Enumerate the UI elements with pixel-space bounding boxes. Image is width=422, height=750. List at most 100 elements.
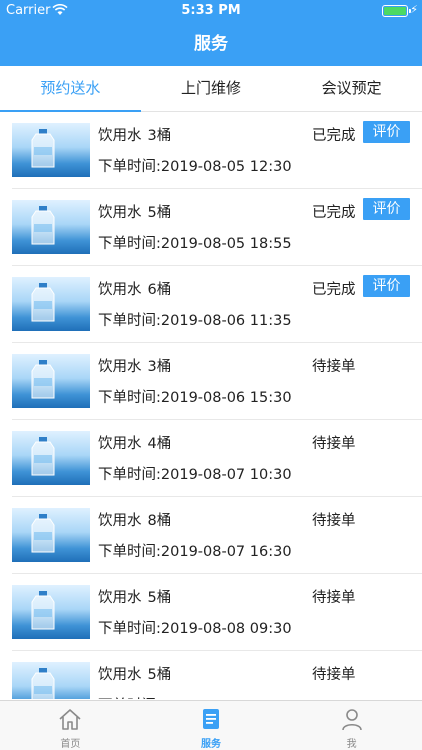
order-product: 饮用水 6桶 [98, 278, 171, 299]
water-bottle-icon [31, 437, 55, 476]
order-time: 下单时间:2019-08-06 15:30 [98, 386, 292, 407]
order-time-label: 下单时间: [98, 621, 161, 637]
order-product: 饮用水 5桶 [98, 586, 171, 607]
order-time-value: 2019-08-06 15:30 [160, 390, 292, 406]
product-quantity: 6桶 [147, 282, 172, 298]
product-quantity: 3桶 [147, 359, 172, 375]
tab-repair[interactable]: 上门维修 [141, 66, 282, 111]
order-row[interactable]: 饮用水 8桶下单时间:2019-08-07 16:30 待接单 [12, 497, 422, 574]
product-name: 饮用水 [98, 128, 142, 144]
tab-bar: 首页 服务 我 [0, 700, 422, 750]
order-product: 饮用水 3桶 [98, 355, 171, 376]
water-bottle-icon [31, 283, 55, 322]
order-status: 已完成 [312, 282, 356, 298]
order-product: 饮用水 5桶 [98, 201, 171, 222]
order-thumbnail [12, 123, 90, 177]
status-bar: Carrier 5:33 PM ⚡ [0, 0, 422, 22]
water-bottle-icon [31, 591, 55, 630]
product-name: 饮用水 [98, 282, 142, 298]
document-icon [203, 709, 219, 729]
product-quantity: 5桶 [147, 667, 172, 683]
tabbar-label-home: 首页 [60, 739, 81, 750]
order-product: 饮用水 5桶 [98, 663, 171, 684]
order-product: 饮用水 8桶 [98, 509, 171, 530]
product-quantity: 3桶 [147, 128, 172, 144]
product-name: 饮用水 [98, 359, 142, 375]
order-status: 待接单 [312, 359, 356, 375]
home-icon [59, 709, 81, 730]
order-time-label: 下单时间: [98, 313, 161, 329]
order-thumbnail [12, 200, 90, 254]
order-time-value: 2019-08-05 18:55 [160, 236, 292, 252]
order-thumbnail [12, 662, 90, 699]
order-time: 下单时间:2019-08-05 18:55 [98, 232, 292, 253]
order-row[interactable]: 饮用水 4桶下单时间:2019-08-07 10:30 待接单 [12, 420, 422, 497]
order-time-label: 下单时间: [98, 159, 161, 175]
battery-icon [382, 5, 411, 17]
order-status: 待接单 [312, 436, 356, 452]
order-time: 下单时间:2019-08-08 09:30 [98, 617, 292, 638]
rate-button[interactable]: 评价 [363, 275, 410, 297]
order-row[interactable]: 饮用水 5桶下单时间:2019-08-08 17:30 待接单 [12, 651, 422, 699]
tabbar-label-me: 我 [346, 739, 357, 750]
order-status: 已完成 [312, 205, 356, 221]
order-time-value: 2019-08-06 11:35 [160, 313, 292, 329]
water-bottle-icon [31, 360, 55, 399]
order-row[interactable]: 饮用水 6桶下单时间:2019-08-06 11:35 已完成 评价 [12, 266, 422, 343]
water-bottle-icon [31, 129, 55, 168]
product-name: 饮用水 [98, 513, 142, 529]
tab-meeting-booking[interactable]: 会议预定 [281, 66, 422, 111]
order-status: 已完成 [312, 128, 356, 144]
product-name: 饮用水 [98, 590, 142, 606]
order-row[interactable]: 饮用水 3桶下单时间:2019-08-05 12:30 已完成 评价 [12, 112, 422, 189]
order-time-label: 下单时间: [98, 467, 161, 483]
order-time: 下单时间:2019-08-05 12:30 [98, 155, 292, 176]
order-time-value: 2019-08-08 09:30 [160, 621, 292, 637]
water-bottle-icon [31, 206, 55, 245]
water-bottle-icon [31, 514, 55, 553]
order-time-label: 下单时间: [98, 236, 161, 252]
order-time: 下单时间:2019-08-07 10:30 [98, 463, 292, 484]
order-time-label: 下单时间: [98, 390, 161, 406]
rate-button[interactable]: 评价 [363, 198, 410, 220]
tabbar-item-me[interactable]: 我 [281, 701, 422, 750]
order-thumbnail [12, 354, 90, 408]
order-time-label: 下单时间: [98, 544, 161, 560]
tabbar-item-home[interactable]: 首页 [0, 701, 141, 750]
order-time: 下单时间:2019-08-07 16:30 [98, 540, 292, 561]
order-time-value: 2019-08-05 12:30 [160, 159, 292, 175]
order-status: 待接单 [312, 590, 356, 606]
product-name: 饮用水 [98, 436, 142, 452]
order-product: 饮用水 4桶 [98, 432, 171, 453]
nav-bar: 服务 [0, 22, 422, 66]
charging-icon: ⚡ [410, 3, 418, 16]
order-status: 待接单 [312, 513, 356, 529]
order-status: 待接单 [312, 667, 356, 683]
tabbar-label-service: 服务 [201, 739, 221, 750]
product-quantity: 5桶 [147, 205, 172, 221]
tab-water-delivery[interactable]: 预约送水 [0, 66, 141, 112]
order-row[interactable]: 饮用水 5桶下单时间:2019-08-08 09:30 待接单 [12, 574, 422, 651]
order-row[interactable]: 饮用水 5桶下单时间:2019-08-05 18:55 已完成 评价 [12, 189, 422, 266]
person-icon [341, 709, 362, 731]
order-product: 饮用水 3桶 [98, 124, 171, 145]
order-row[interactable]: 饮用水 3桶下单时间:2019-08-06 15:30 待接单 [12, 343, 422, 420]
segment-tabs: 预约送水 上门维修 会议预定 [0, 66, 422, 112]
clock: 5:33 PM [181, 3, 241, 18]
order-thumbnail [12, 431, 90, 485]
product-quantity: 5桶 [147, 590, 172, 606]
product-name: 饮用水 [98, 205, 142, 221]
order-time-label: 下单时间: [98, 698, 161, 699]
product-quantity: 4桶 [147, 436, 172, 452]
tabbar-item-service[interactable]: 服务 [141, 701, 282, 750]
order-time: 下单时间:2019-08-06 11:35 [98, 309, 292, 330]
order-time: 下单时间:2019-08-08 17:30 [98, 694, 292, 699]
order-thumbnail [12, 508, 90, 562]
product-quantity: 8桶 [147, 513, 172, 529]
order-list: 饮用水 3桶 下单时间:2019-08-05 12:30 已完成 评价 饮用水 5桶 下单时间… [0, 112, 422, 699]
water-bottle-icon [31, 668, 55, 699]
rate-button[interactable]: 评价 [363, 121, 410, 143]
order-time-value: 2019-08-07 10:30 [160, 467, 292, 483]
order-thumbnail [12, 277, 90, 331]
order-thumbnail [12, 585, 90, 639]
